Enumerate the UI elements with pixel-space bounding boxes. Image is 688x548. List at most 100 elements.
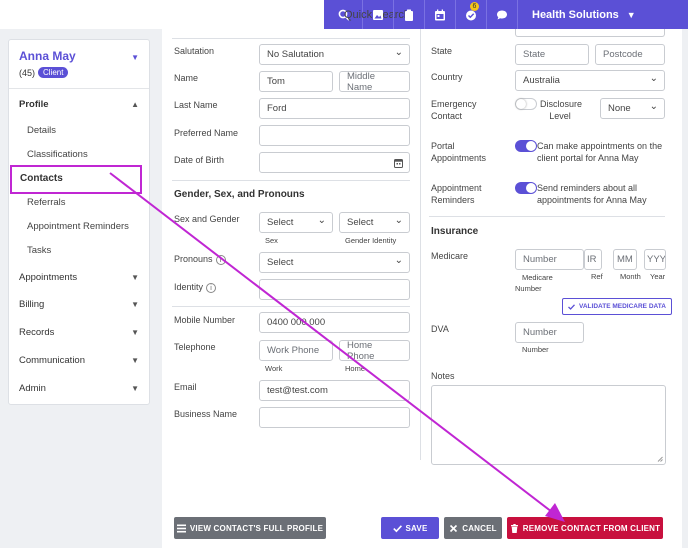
- sidebar-item-tasks[interactable]: Tasks: [27, 243, 51, 259]
- email-input[interactable]: test@test.com: [259, 380, 410, 401]
- sidebar-section-label: Profile: [19, 98, 49, 110]
- last-name-input[interactable]: Ford: [259, 98, 410, 119]
- client-name[interactable]: Anna May: [19, 49, 139, 63]
- medicare-sublabel-line-2: Number: [515, 284, 542, 293]
- sidebar-item-referrals[interactable]: Referrals: [27, 195, 66, 211]
- top-bar: Quick Search 6 Health Solutions ▼: [0, 0, 688, 29]
- middle-name-input[interactable]: Middle Name: [339, 71, 410, 93]
- sidebar-section-admin[interactable]: Admin ▼: [9, 378, 149, 398]
- chevron-down-icon: ▼: [131, 355, 139, 365]
- chevron-down-icon: ▼: [131, 327, 139, 337]
- sidebar-section-billing[interactable]: Billing ▼: [9, 294, 149, 314]
- sidebar-section-communication[interactable]: Communication ▼: [9, 350, 149, 370]
- sidebar-section-label: Billing: [19, 298, 45, 310]
- medicare-month-input[interactable]: MM: [613, 249, 637, 270]
- sex-select[interactable]: Select: [259, 212, 333, 233]
- gsp-section-title: Gender, Sex, and Pronouns: [174, 189, 305, 200]
- sidebar-item-label: Contacts: [20, 173, 63, 184]
- month-sublabel: Month: [620, 272, 641, 281]
- first-name-input[interactable]: Tom: [259, 71, 333, 92]
- reminders-label-line-1: Appointment: [431, 183, 482, 193]
- sidebar-section-records[interactable]: Records ▼: [9, 322, 149, 342]
- sidebar-item-appointment-reminders[interactable]: Appointment Reminders: [27, 219, 129, 235]
- ref-sublabel: Ref: [591, 272, 603, 281]
- calendar-button[interactable]: [425, 0, 456, 29]
- first-name-value: Tom: [267, 76, 285, 87]
- dva-label: DVA: [431, 324, 449, 334]
- sex-gender-label: Sex and Gender: [174, 214, 240, 224]
- state-input[interactable]: State: [515, 44, 589, 65]
- notes-textarea[interactable]: [431, 385, 666, 465]
- emergency-contact-label: Emergency Contact: [431, 98, 477, 122]
- sidebar-item-contacts[interactable]: Contacts: [10, 165, 142, 194]
- gender-identity-select[interactable]: Select: [339, 212, 410, 233]
- portal-appointments-toggle[interactable]: [515, 140, 537, 152]
- medicare-irn-input[interactable]: IR: [584, 249, 602, 270]
- clipboard-button[interactable]: [394, 0, 425, 29]
- identity-label-text: Identity: [174, 282, 204, 292]
- identity-input[interactable]: [259, 279, 410, 300]
- chat-button[interactable]: [487, 0, 518, 29]
- sidebar-section-appointments[interactable]: Appointments ▼: [9, 267, 149, 287]
- portal-appointments-text: Can make appointments on the client porta…: [537, 140, 662, 164]
- client-badge: Client: [38, 67, 69, 78]
- appointment-reminders-toggle[interactable]: [515, 182, 537, 194]
- work-phone-placeholder: Work Phone: [267, 345, 320, 356]
- disclosure-value: None: [608, 103, 631, 114]
- caret-down-icon[interactable]: ▼: [131, 53, 139, 62]
- salutation-select[interactable]: No Salutation: [259, 44, 410, 65]
- organisation-name: Health Solutions: [532, 8, 619, 21]
- cancel-button[interactable]: CANCEL: [444, 517, 502, 539]
- dob-input[interactable]: [259, 152, 410, 173]
- calendar-icon: [435, 9, 445, 20]
- country-select[interactable]: Australia: [515, 70, 665, 91]
- dva-number-input[interactable]: Number: [515, 322, 584, 343]
- medicare-irn-placeholder: IR: [587, 254, 597, 265]
- preferred-name-input[interactable]: [259, 125, 410, 146]
- mobile-input[interactable]: 0400 000 000: [259, 312, 410, 333]
- organisation-menu[interactable]: Health Solutions ▼: [518, 9, 636, 21]
- quick-search-button[interactable]: Quick Search: [324, 0, 410, 29]
- image-button[interactable]: [363, 0, 394, 29]
- disclosure-level-select[interactable]: None: [600, 98, 665, 119]
- preferred-name-label: Preferred Name: [174, 128, 239, 138]
- medicare-number-placeholder: Number: [523, 254, 557, 265]
- remove-contact-label: REMOVE CONTACT FROM CLIENT: [522, 523, 661, 533]
- portal-text-line-1: Can make appointments on the: [537, 141, 663, 151]
- chevron-down-icon: ▼: [131, 383, 139, 393]
- postcode-input[interactable]: Postcode: [595, 44, 665, 65]
- save-button[interactable]: SAVE: [381, 517, 439, 539]
- section-divider: [429, 216, 665, 217]
- medicare-year-input[interactable]: YYYY: [644, 249, 666, 270]
- remove-contact-button[interactable]: REMOVE CONTACT FROM CLIENT: [507, 517, 663, 539]
- pronouns-select[interactable]: Select: [259, 252, 410, 273]
- validate-medicare-button[interactable]: VALIDATE MEDICARE DATA: [562, 298, 672, 315]
- medicare-year-placeholder: YYYY: [647, 254, 666, 265]
- sidebar-item-classifications[interactable]: Classifications: [27, 147, 88, 163]
- work-phone-input[interactable]: Work Phone: [259, 340, 333, 361]
- info-icon[interactable]: i: [206, 282, 217, 293]
- column-divider: [420, 29, 421, 460]
- gender-identity-sublabel: Gender Identity: [345, 236, 397, 245]
- info-icon[interactable]: i: [215, 254, 226, 265]
- chevron-down-icon: ▼: [131, 299, 139, 309]
- section-divider: [172, 306, 410, 307]
- address-input-edge[interactable]: [515, 29, 665, 37]
- view-full-profile-button[interactable]: VIEW CONTACT'S FULL PROFILE: [174, 517, 326, 539]
- notification-badge: 6: [470, 2, 479, 11]
- sidebar-item-details[interactable]: Details: [27, 123, 56, 139]
- emergency-contact-toggle[interactable]: [515, 98, 537, 110]
- dob-label: Date of Birth: [174, 155, 225, 165]
- image-icon: [373, 9, 383, 20]
- business-name-input[interactable]: [259, 407, 410, 428]
- disclosure-level-label: Disclosure Level: [540, 98, 582, 122]
- sidebar-section-profile[interactable]: Profile ▲: [9, 94, 149, 114]
- resize-handle-icon[interactable]: [657, 456, 663, 462]
- clipboard-icon: [405, 9, 413, 21]
- tasks-button[interactable]: 6: [456, 0, 487, 29]
- home-phone-input[interactable]: Home Phone: [339, 340, 410, 362]
- salutation-label: Salutation: [174, 46, 215, 56]
- calendar-icon[interactable]: [394, 158, 403, 168]
- work-sublabel: Work: [265, 364, 283, 373]
- medicare-number-input[interactable]: Number: [515, 249, 584, 270]
